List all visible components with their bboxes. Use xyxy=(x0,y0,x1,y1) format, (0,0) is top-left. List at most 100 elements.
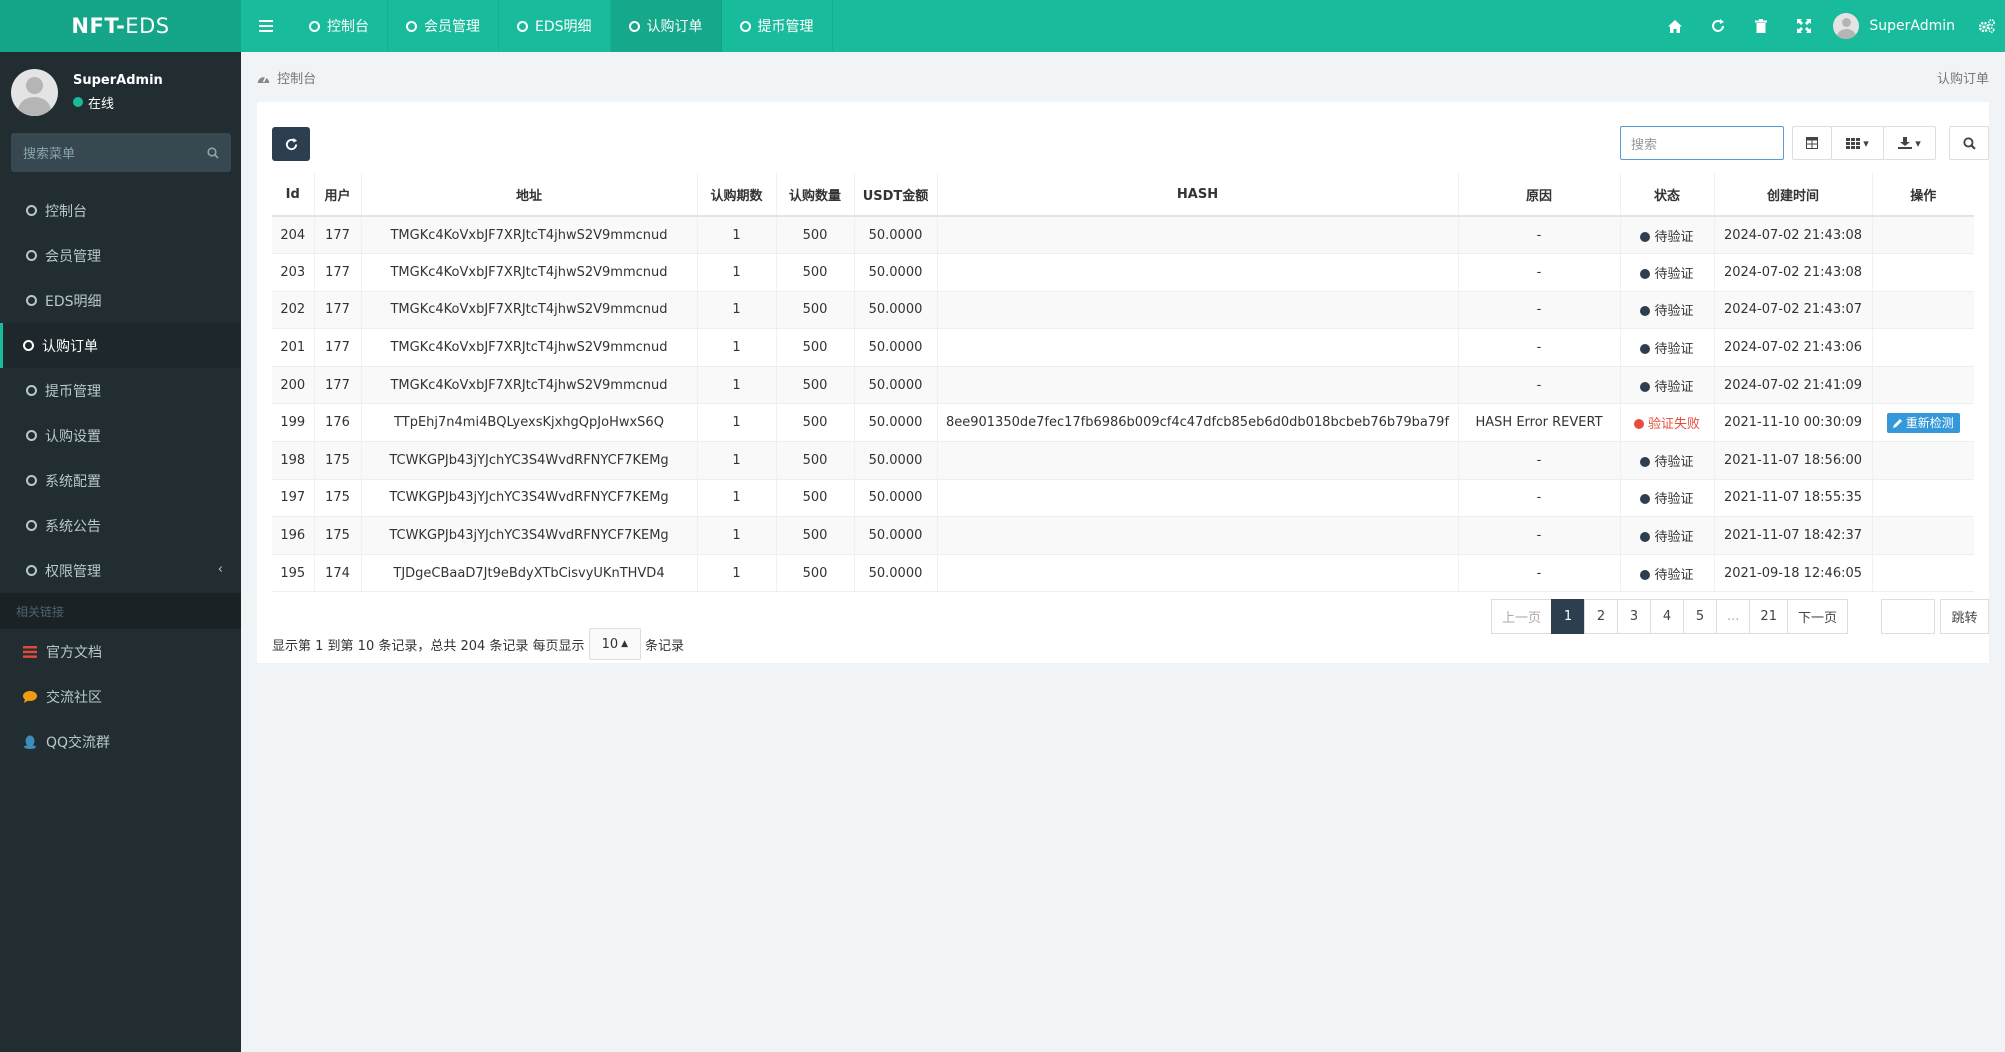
table-row[interactable]: 203 177 TMGKc4KoVxbJF7XRJtcT4jhwS2V9mmcnud… xyxy=(272,253,1974,292)
cell-period: 1 xyxy=(697,554,777,593)
app-logo[interactable]: NFT- EDS xyxy=(0,0,241,52)
fullscreen-button[interactable] xyxy=(1782,0,1825,52)
table-row[interactable]: 201 177 TMGKc4KoVxbJF7XRJtcT4jhwS2V9mmcnud… xyxy=(272,328,1974,367)
cell-address: TJDgeCBaaD7Jt9eBdyXTbCisvyUKnTHVD4 xyxy=(361,554,698,593)
column-header-hash[interactable]: HASH xyxy=(937,173,1459,217)
cell-id: 203 xyxy=(272,253,315,292)
cell-reason: - xyxy=(1458,554,1621,593)
page-button-2[interactable]: 2 xyxy=(1584,599,1619,634)
table-row[interactable]: 199 176 TTpEhj7n4mi4BQLyexsKjxhgQpJoHwxS6Q… xyxy=(272,403,1974,443)
table-row[interactable]: 202 177 TMGKc4KoVxbJF7XRJtcT4jhwS2V9mmcnud… xyxy=(272,291,1974,330)
sidebar-item-dashboard[interactable]: 控制台 xyxy=(0,188,241,233)
prev-page-button[interactable]: 上一页 xyxy=(1491,599,1553,634)
logo-text-thin: EDS xyxy=(125,14,170,38)
home-button[interactable] xyxy=(1653,0,1696,52)
sidebar-item-label: 控制台 xyxy=(45,203,87,220)
circle-icon xyxy=(309,20,320,32)
column-header-quantity[interactable]: 认购数量 xyxy=(776,173,855,217)
settings-button[interactable] xyxy=(1969,0,2005,52)
page-size-dropdown[interactable]: 10 ▲ xyxy=(588,628,642,660)
tab-members[interactable]: 会员管理 xyxy=(388,0,499,52)
tab-eds-detail[interactable]: EDS明细 xyxy=(499,0,611,52)
online-dot-icon xyxy=(73,97,83,107)
sidebar-item-subscription-orders[interactable]: 认购订单 xyxy=(0,323,241,368)
page-button-1[interactable]: 1 xyxy=(1551,599,1586,634)
breadcrumb-home-link[interactable]: 控制台 xyxy=(277,72,316,87)
sidebar-link-community[interactable]: 交流社区 xyxy=(0,674,241,719)
column-header-user[interactable]: 用户 xyxy=(314,173,362,217)
column-header-status[interactable]: 状态 xyxy=(1620,173,1715,217)
cell-usdt: 50.0000 xyxy=(854,403,938,443)
sidebar-link-docs[interactable]: 官方文档 xyxy=(0,629,241,674)
column-header-id[interactable]: Id xyxy=(272,173,315,217)
column-header-created[interactable]: 创建时间 xyxy=(1714,173,1873,217)
status-badge: 待验证 xyxy=(1654,379,1694,395)
sidebar-item-members[interactable]: 会员管理 xyxy=(0,233,241,278)
cell-usdt: 50.0000 xyxy=(854,516,938,555)
sidebar-item-subscription-settings[interactable]: 认购设置 xyxy=(0,413,241,458)
refresh-button[interactable] xyxy=(272,127,310,161)
page-button-21[interactable]: 21 xyxy=(1749,599,1788,634)
cell-period: 1 xyxy=(697,403,777,443)
table-row[interactable]: 204 177 TMGKc4KoVxbJF7XRJtcT4jhwS2V9mmcnud… xyxy=(272,216,1974,255)
table-row[interactable]: 197 175 TCWKGPJb43jYJchYC3S4WvdRFNYCF7KEMg… xyxy=(272,479,1974,518)
export-button[interactable]: ▾ xyxy=(1883,126,1936,160)
cell-address: TCWKGPJb43jYJchYC3S4WvdRFNYCF7KEMg xyxy=(361,479,698,518)
tab-dashboard[interactable]: 控制台 xyxy=(291,0,388,52)
cell-address: TMGKc4KoVxbJF7XRJtcT4jhwS2V9mmcnud xyxy=(361,216,698,255)
sidebar-link-qq-group[interactable]: QQ交流群 xyxy=(0,719,241,764)
pagination-info-text: 显示第 1 到第 10 条记录，总共 204 条记录 每页显示 xyxy=(272,638,585,654)
page-button-5[interactable]: 5 xyxy=(1683,599,1718,634)
table-row[interactable]: 198 175 TCWKGPJb43jYJchYC3S4WvdRFNYCF7KEMg… xyxy=(272,441,1974,480)
tab-subscription-orders[interactable]: 认购订单 xyxy=(610,0,722,52)
recheck-button[interactable]: 重新检测 xyxy=(1886,412,1960,433)
table-row[interactable]: 200 177 TMGKc4KoVxbJF7XRJtcT4jhwS2V9mmcnud… xyxy=(272,366,1974,405)
sidebar-item-system-config[interactable]: 系统配置 xyxy=(0,458,241,503)
page-button-3[interactable]: 3 xyxy=(1617,599,1652,634)
table-search-input[interactable]: 搜索 xyxy=(1620,126,1784,160)
tab-label: 认购订单 xyxy=(646,19,703,35)
columns-toggle-button[interactable]: ▾ xyxy=(1831,126,1884,160)
column-header-address[interactable]: 地址 xyxy=(361,173,698,217)
sidebar-toggle-button[interactable] xyxy=(241,0,291,52)
column-header-reason[interactable]: 原因 xyxy=(1458,173,1621,217)
page-button-4[interactable]: 4 xyxy=(1650,599,1685,634)
cell-usdt: 50.0000 xyxy=(854,253,938,292)
sidebar-search-input[interactable]: 搜索菜单 xyxy=(11,133,231,172)
status-dot-icon xyxy=(1640,381,1651,392)
clear-cache-button[interactable] xyxy=(1739,0,1782,52)
sidebar-item-eds-detail[interactable]: EDS明细 xyxy=(0,278,241,323)
column-header-usdt[interactable]: USDT金额 xyxy=(854,173,938,217)
menu-icon xyxy=(259,20,273,32)
cell-created: 2024-07-02 21:43:08 xyxy=(1714,216,1873,255)
status-badge: 待验证 xyxy=(1654,492,1694,508)
cell-id: 202 xyxy=(272,291,315,330)
jump-button[interactable]: 跳转 xyxy=(1940,599,1989,634)
cell-period: 1 xyxy=(697,366,777,405)
cell-period: 1 xyxy=(697,441,777,480)
next-page-button[interactable]: 下一页 xyxy=(1786,599,1848,634)
cell-reason: - xyxy=(1458,366,1621,405)
jump-page-input[interactable] xyxy=(1881,599,1935,634)
advanced-search-button[interactable] xyxy=(1949,126,1989,160)
table-row[interactable]: 196 175 TCWKGPJb43jYJchYC3S4WvdRFNYCF7KEMg… xyxy=(272,516,1974,555)
cell-status: 待验证 xyxy=(1620,328,1715,367)
sidebar-item-label: EDS明细 xyxy=(45,293,102,310)
expand-icon xyxy=(1796,19,1811,33)
sidebar-item-permissions[interactable]: 权限管理 ‹ xyxy=(0,548,241,593)
refresh-cache-button[interactable] xyxy=(1696,0,1739,52)
table-row[interactable]: 195 174 TJDgeCBaaD7Jt9eBdyXTbCisvyUKnTHVD4… xyxy=(272,554,1974,593)
download-icon xyxy=(1898,137,1913,149)
cell-user: 177 xyxy=(314,253,362,292)
user-menu[interactable]: SuperAdmin xyxy=(1825,13,1969,39)
avatar xyxy=(11,68,58,116)
tab-withdraw[interactable]: 提币管理 xyxy=(722,0,833,52)
dashboard-icon xyxy=(257,76,270,83)
column-header-period[interactable]: 认购期数 xyxy=(697,173,777,217)
toggle-view-button[interactable] xyxy=(1792,126,1832,160)
comment-icon xyxy=(23,690,37,703)
sidebar-item-withdraw[interactable]: 提币管理 xyxy=(0,368,241,413)
sidebar-item-announcements[interactable]: 系统公告 xyxy=(0,503,241,548)
chevron-left-icon: ‹ xyxy=(217,562,223,577)
avatar xyxy=(1833,13,1860,39)
